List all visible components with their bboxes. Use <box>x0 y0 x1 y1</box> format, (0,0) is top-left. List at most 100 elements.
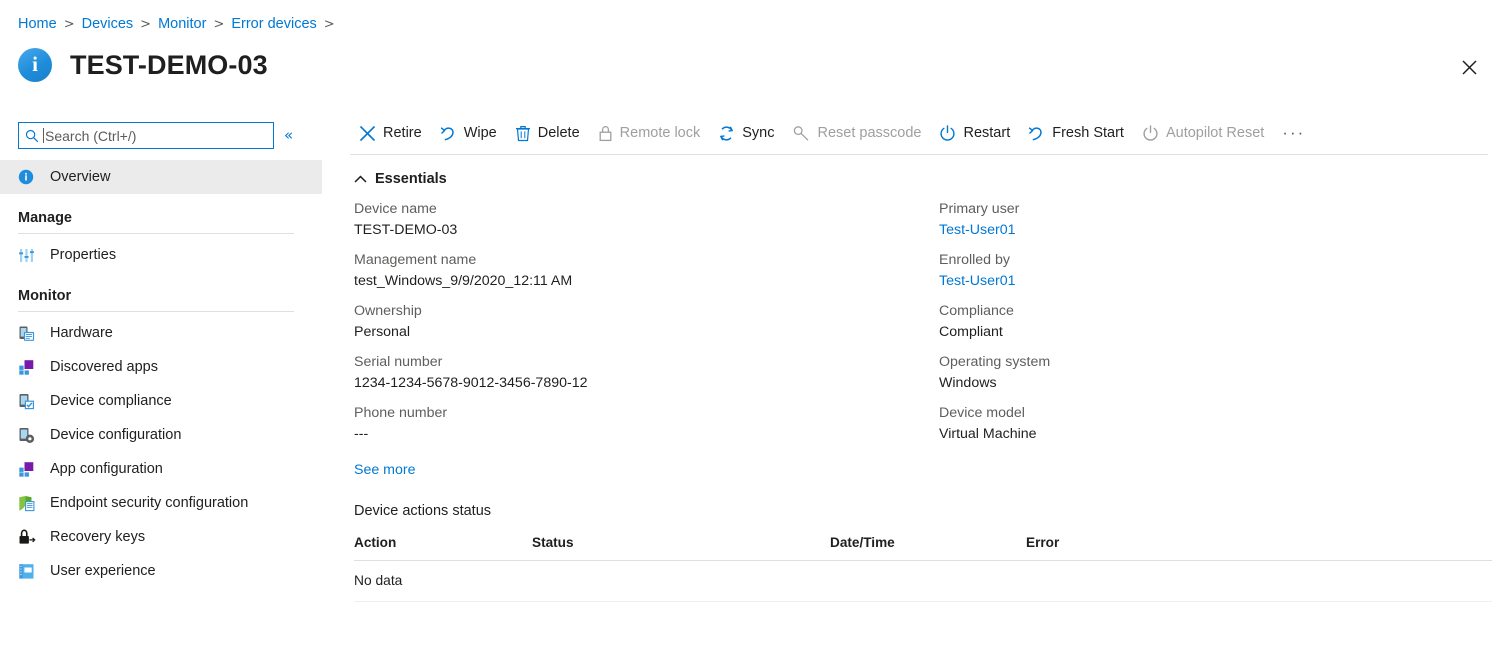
sliders-icon <box>18 247 40 264</box>
sidebar-item-discovered-apps[interactable]: Discovered apps <box>0 350 322 384</box>
essentials-field: Device nameTEST-DEMO-03 <box>354 201 939 240</box>
essentials-field-value: --- <box>354 424 939 444</box>
sidebar-section-divider <box>18 233 294 234</box>
undo-arrow-icon <box>1028 125 1045 142</box>
essentials-field-label: Enrolled by <box>939 252 1459 269</box>
table-header-row: ActionStatusDate/TimeError <box>354 535 1492 561</box>
essentials-right-column: Primary userTest-User01Enrolled byTest-U… <box>939 201 1459 456</box>
see-more-link[interactable]: See more <box>354 462 416 478</box>
sidebar-item-label: App configuration <box>50 461 163 477</box>
essentials-field-label: Ownership <box>354 303 939 320</box>
table-empty-row: No data <box>354 561 1492 602</box>
sidebar-item-app-configuration[interactable]: App configuration <box>0 452 322 486</box>
content-area: Retire Wipe Delete Remote lock Sync Reset pas… <box>340 112 1498 672</box>
breadcrumb-item-home[interactable]: Home <box>18 16 57 32</box>
table-column-header[interactable]: Date/Time <box>830 535 1026 550</box>
sidebar-search-row: Search (Ctrl+/) « <box>0 112 322 149</box>
command-restart-button[interactable]: Restart <box>930 118 1019 148</box>
text-caret <box>43 128 44 143</box>
sidebar-item-label: Device compliance <box>50 393 172 409</box>
essentials-field-label: Operating system <box>939 354 1459 371</box>
essentials-left-column: Device nameTEST-DEMO-03Management namete… <box>354 201 939 456</box>
command-label: Remote lock <box>620 125 701 141</box>
more-commands-button[interactable]: ··· <box>1273 118 1314 148</box>
command-retire-button[interactable]: Retire <box>350 118 431 148</box>
essentials-field: Device model Virtual Machine <box>939 405 1459 444</box>
essentials-toggle[interactable]: Essentials <box>354 171 1498 187</box>
command-label: Autopilot Reset <box>1166 125 1264 141</box>
breadcrumb-separator: > <box>213 17 224 32</box>
command-label: Retire <box>383 125 422 141</box>
essentials-field: Compliance Compliant <box>939 303 1459 342</box>
essentials-field-value[interactable]: Test-User01 <box>939 220 1459 240</box>
sidebar-item-label: Discovered apps <box>50 359 158 375</box>
breadcrumb-item-error-devices[interactable]: Error devices <box>231 16 316 32</box>
essentials-field: Ownership Personal <box>354 303 939 342</box>
table-column-header[interactable]: Status <box>532 535 830 550</box>
page-title: TEST-DEMO-03 <box>70 50 268 81</box>
command-label: Restart <box>963 125 1010 141</box>
x-icon <box>359 125 376 142</box>
search-icon <box>25 129 39 143</box>
command-label: Wipe <box>464 125 497 141</box>
sidebar-item-recovery-keys[interactable]: Recovery keys <box>0 520 322 554</box>
command-autopilot-reset-button: Autopilot Reset <box>1133 118 1273 148</box>
sidebar-item-label: Device configuration <box>50 427 181 443</box>
essentials-field-label: Phone number <box>354 405 939 422</box>
essentials-field: Enrolled by Test-User01 <box>939 252 1459 291</box>
essentials-field-value[interactable]: Test-User01 <box>939 271 1459 291</box>
sidebar-item-overview[interactable]: Overview <box>0 160 322 194</box>
sync-icon <box>718 125 735 142</box>
close-icon[interactable] <box>1456 54 1482 80</box>
breadcrumb: Home > Devices > Monitor > Error devices > <box>18 16 342 32</box>
search-input[interactable]: Search (Ctrl+/) <box>18 122 274 149</box>
breadcrumb-separator: > <box>140 17 151 32</box>
collapse-sidebar-button[interactable]: « <box>284 128 293 143</box>
command-delete-button[interactable]: Delete <box>506 118 589 148</box>
essentials-field: Phone number --- <box>354 405 939 444</box>
trash-icon <box>515 125 531 142</box>
command-sync-button[interactable]: Sync <box>709 118 783 148</box>
chevron-up-icon <box>354 175 367 184</box>
table-column-header[interactable]: Error <box>1026 535 1186 550</box>
sidebar-item-label: Hardware <box>50 325 113 341</box>
sidebar-item-user-experience[interactable]: User experience <box>0 554 322 588</box>
sidebar-item-device-configuration[interactable]: Device configuration <box>0 418 322 452</box>
command-fresh-start-button[interactable]: Fresh Start <box>1019 118 1133 148</box>
device-actions-title: Device actions status <box>354 503 1498 519</box>
sidebar-item-properties[interactable]: Properties <box>0 238 322 272</box>
sidebar-item-endpoint-security-configuration[interactable]: Endpoint security configuration <box>0 486 322 520</box>
table-empty-text: No data <box>354 573 532 588</box>
essentials-field-label: Device name <box>354 201 939 218</box>
sidebar-item-label: Properties <box>50 247 116 263</box>
essentials-field-value: Virtual Machine <box>939 424 1459 444</box>
sidebar: Search (Ctrl+/) « Overview ManagePropert… <box>0 112 322 672</box>
sidebar-item-hardware[interactable]: Hardware <box>0 316 322 350</box>
command-bar-divider <box>350 154 1488 155</box>
essentials-field-value: Personal <box>354 322 939 342</box>
command-reset-passcode-button: Reset passcode <box>784 118 931 148</box>
lock-icon <box>598 125 613 142</box>
lock-key-icon <box>18 529 40 546</box>
command-wipe-button[interactable]: Wipe <box>431 118 506 148</box>
breadcrumb-separator: > <box>64 17 75 32</box>
sidebar-item-device-compliance[interactable]: Device compliance <box>0 384 322 418</box>
essentials-field-value: Windows <box>939 373 1459 393</box>
command-label: Reset passcode <box>818 125 922 141</box>
key-icon <box>793 125 811 141</box>
table-column-header[interactable]: Action <box>354 535 532 550</box>
essentials-field-label: Compliance <box>939 303 1459 320</box>
command-remote-lock-button: Remote lock <box>589 118 710 148</box>
command-label: Sync <box>742 125 774 141</box>
power-icon <box>939 125 956 142</box>
essentials-field-value: Compliant <box>939 322 1459 342</box>
essentials-field-value: 1234-1234-5678-9012-3456-7890-12 <box>354 373 939 393</box>
breadcrumb-item-devices[interactable]: Devices <box>82 16 134 32</box>
page-title-row: i TEST-DEMO-03 <box>18 48 268 82</box>
hardware-device-icon <box>18 325 40 342</box>
essentials-field-label: Management name <box>354 252 939 269</box>
apps-grid-icon <box>18 359 40 376</box>
essentials-field-label: Device model <box>939 405 1459 422</box>
breadcrumb-item-monitor[interactable]: Monitor <box>158 16 206 32</box>
breadcrumb-separator: > <box>324 17 335 32</box>
